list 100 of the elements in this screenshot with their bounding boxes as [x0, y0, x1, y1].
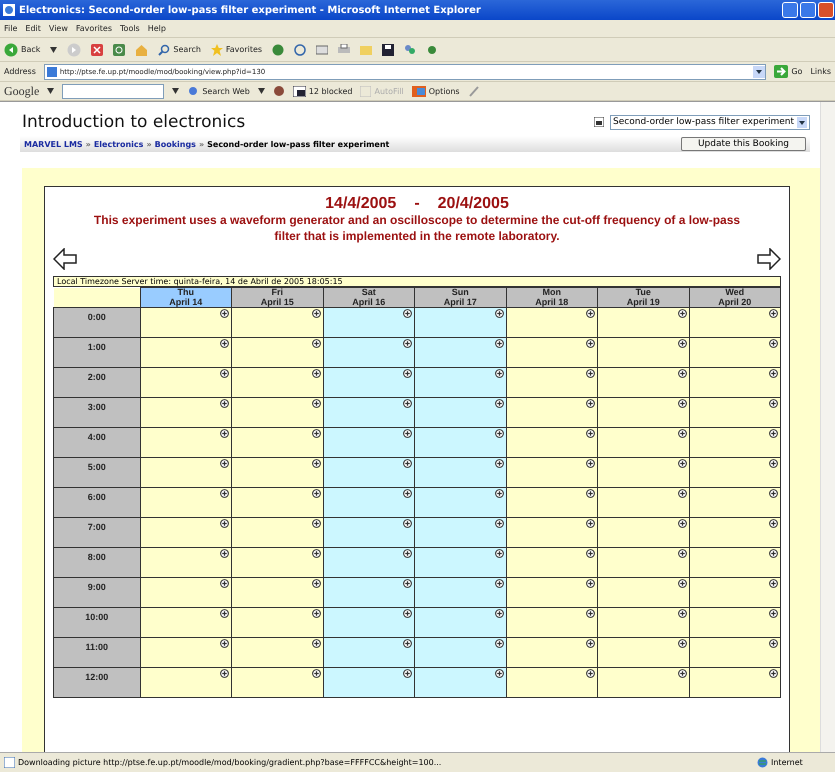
add-icon[interactable]	[220, 459, 229, 468]
dropdown-icon[interactable]	[753, 66, 766, 78]
search-web-button[interactable]: Search Web	[187, 86, 250, 96]
booking-slot[interactable]	[140, 578, 232, 608]
booking-slot[interactable]	[506, 638, 598, 668]
booking-slot[interactable]	[232, 398, 323, 428]
scrollbar[interactable]	[820, 102, 835, 752]
add-icon[interactable]	[586, 579, 595, 588]
add-icon[interactable]	[769, 369, 778, 378]
booking-slot[interactable]	[323, 608, 414, 638]
booking-slot[interactable]	[140, 638, 232, 668]
booking-slot[interactable]	[506, 578, 598, 608]
add-icon[interactable]	[220, 639, 229, 648]
menu-item[interactable]: Favorites	[76, 24, 112, 33]
add-icon[interactable]	[494, 369, 504, 378]
booking-slot[interactable]	[232, 548, 323, 578]
navigation-icon[interactable]	[594, 117, 604, 127]
add-icon[interactable]	[586, 549, 595, 558]
add-icon[interactable]	[586, 639, 595, 648]
booking-slot[interactable]	[414, 578, 506, 608]
booking-slot[interactable]	[140, 308, 232, 338]
stop-icon[interactable]	[91, 44, 104, 56]
add-icon[interactable]	[586, 339, 595, 348]
booking-slot[interactable]	[232, 368, 323, 398]
booking-slot[interactable]	[689, 338, 780, 368]
booking-slot[interactable]	[323, 488, 414, 518]
booking-slot[interactable]	[598, 668, 689, 698]
booking-slot[interactable]	[323, 338, 414, 368]
dropdown-icon[interactable]	[797, 116, 807, 128]
add-icon[interactable]	[494, 639, 504, 648]
booking-slot[interactable]	[140, 368, 232, 398]
booking-slot[interactable]	[232, 578, 323, 608]
booking-slot[interactable]	[140, 428, 232, 458]
add-icon[interactable]	[678, 669, 686, 678]
add-icon[interactable]	[403, 489, 412, 498]
day-header[interactable]: Tue April 19	[598, 288, 689, 308]
booking-slot[interactable]	[323, 308, 414, 338]
go-button[interactable]: Go	[774, 65, 802, 78]
add-icon[interactable]	[586, 429, 595, 438]
add-icon[interactable]	[769, 549, 778, 558]
add-icon[interactable]	[403, 339, 412, 348]
menu-item[interactable]: Edit	[25, 24, 41, 33]
add-icon[interactable]	[494, 519, 504, 528]
booking-slot[interactable]	[414, 608, 506, 638]
add-icon[interactable]	[403, 669, 412, 678]
add-icon[interactable]	[678, 519, 686, 528]
booking-slot[interactable]	[140, 548, 232, 578]
booking-slot[interactable]	[506, 608, 598, 638]
booking-slot[interactable]	[414, 308, 506, 338]
add-icon[interactable]	[769, 399, 778, 408]
add-icon[interactable]	[494, 669, 504, 678]
add-icon[interactable]	[403, 429, 412, 438]
add-icon[interactable]	[769, 339, 778, 348]
add-icon[interactable]	[312, 519, 320, 528]
booking-slot[interactable]	[598, 518, 689, 548]
add-icon[interactable]	[220, 429, 229, 438]
booking-slot[interactable]	[140, 608, 232, 638]
add-icon[interactable]	[312, 669, 320, 678]
booking-slot[interactable]	[414, 518, 506, 548]
add-icon[interactable]	[220, 369, 229, 378]
booking-slot[interactable]	[506, 338, 598, 368]
add-icon[interactable]	[403, 519, 412, 528]
booking-slot[interactable]	[598, 308, 689, 338]
booking-slot[interactable]	[689, 368, 780, 398]
add-icon[interactable]	[220, 519, 229, 528]
booking-slot[interactable]	[232, 608, 323, 638]
add-icon[interactable]	[312, 429, 320, 438]
booking-slot[interactable]	[140, 488, 232, 518]
booking-slot[interactable]	[414, 668, 506, 698]
booking-slot[interactable]	[414, 548, 506, 578]
add-icon[interactable]	[220, 579, 229, 588]
booking-slot[interactable]	[140, 518, 232, 548]
booking-slot[interactable]	[323, 458, 414, 488]
close-button[interactable]	[818, 2, 834, 18]
booking-slot[interactable]	[414, 638, 506, 668]
breadcrumb-link[interactable]: Bookings	[154, 140, 196, 148]
booking-slot[interactable]	[506, 488, 598, 518]
star-icon[interactable]	[210, 44, 223, 56]
add-icon[interactable]	[586, 489, 595, 498]
add-icon[interactable]	[586, 399, 595, 408]
booking-slot[interactable]	[598, 428, 689, 458]
add-icon[interactable]	[586, 609, 595, 618]
add-icon[interactable]	[769, 579, 778, 588]
add-icon[interactable]	[769, 609, 778, 618]
activity-select[interactable]: Second-order low-pass filter experiment	[610, 114, 810, 130]
add-icon[interactable]	[586, 519, 595, 528]
add-icon[interactable]	[312, 399, 320, 408]
booking-slot[interactable]	[506, 458, 598, 488]
menu-item[interactable]: Help	[148, 24, 166, 33]
booking-slot[interactable]	[598, 398, 689, 428]
add-icon[interactable]	[220, 549, 229, 558]
refresh-icon[interactable]	[113, 44, 126, 56]
booking-slot[interactable]	[506, 398, 598, 428]
booking-slot[interactable]	[232, 308, 323, 338]
add-icon[interactable]	[403, 639, 412, 648]
add-icon[interactable]	[403, 459, 412, 468]
maximize-button[interactable]	[800, 2, 816, 18]
add-icon[interactable]	[312, 369, 320, 378]
add-icon[interactable]	[494, 549, 504, 558]
menu-item[interactable]: View	[48, 24, 68, 33]
